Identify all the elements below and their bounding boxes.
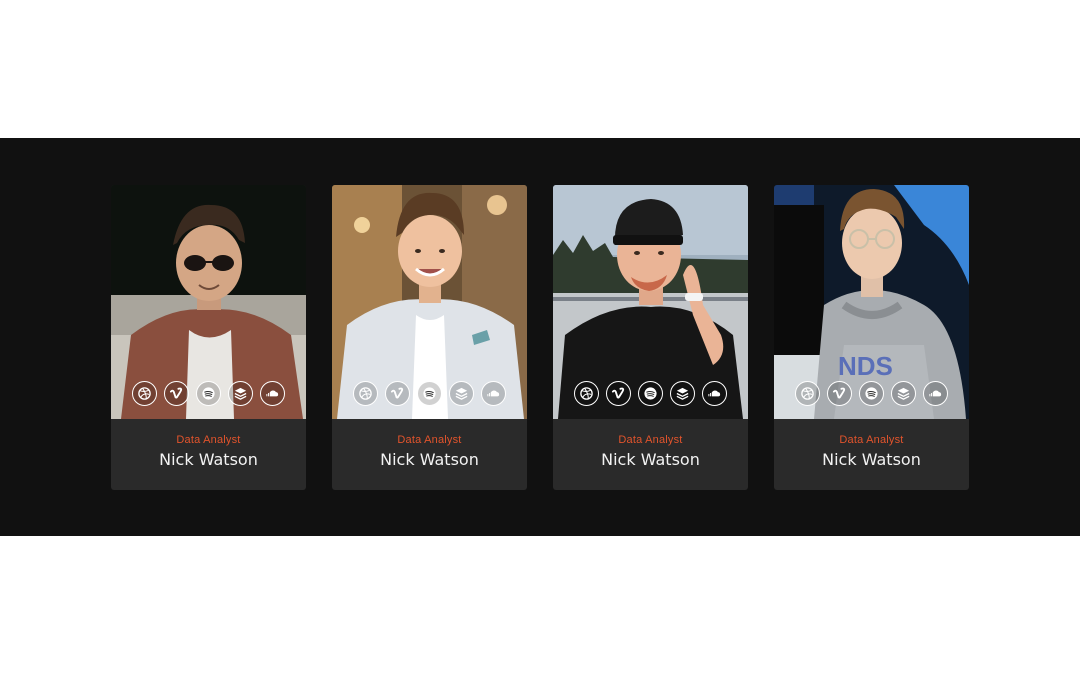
team-card: Data Analyst Nick Watson [111, 185, 306, 490]
spotify-icon [423, 387, 436, 400]
vimeo-icon [611, 387, 625, 399]
soundcloud-link[interactable] [923, 381, 948, 406]
member-name: Nick Watson [380, 450, 479, 469]
soundcloud-icon [266, 390, 279, 397]
buffer-icon [455, 387, 468, 400]
dribbble-link[interactable] [795, 381, 820, 406]
social-links [111, 381, 306, 406]
member-name: Nick Watson [822, 450, 921, 469]
member-info: Data Analyst Nick Watson [553, 419, 748, 490]
buffer-link[interactable] [891, 381, 916, 406]
buffer-icon [897, 387, 910, 400]
soundcloud-link[interactable] [481, 381, 506, 406]
member-info: Data Analyst Nick Watson [332, 419, 527, 490]
spotify-link[interactable] [859, 381, 884, 406]
vimeo-icon [832, 387, 846, 399]
buffer-icon [234, 387, 247, 400]
buffer-icon [676, 387, 689, 400]
member-name: Nick Watson [159, 450, 258, 469]
social-links [332, 381, 527, 406]
spotify-icon [202, 387, 215, 400]
dribbble-icon [801, 387, 814, 400]
vimeo-link[interactable] [827, 381, 852, 406]
spotify-icon [865, 387, 878, 400]
soundcloud-link[interactable] [702, 381, 727, 406]
dribbble-link[interactable] [574, 381, 599, 406]
spotify-link[interactable] [417, 381, 442, 406]
soundcloud-icon [708, 390, 721, 397]
member-role: Data Analyst [397, 434, 462, 446]
vimeo-icon [390, 387, 404, 399]
dribbble-link[interactable] [353, 381, 378, 406]
social-links [553, 381, 748, 406]
dribbble-icon [359, 387, 372, 400]
member-name: Nick Watson [601, 450, 700, 469]
spotify-link[interactable] [638, 381, 663, 406]
team-card: Data Analyst Nick Watson [553, 185, 748, 490]
dribbble-icon [580, 387, 593, 400]
buffer-link[interactable] [449, 381, 474, 406]
member-role: Data Analyst [839, 434, 904, 446]
member-info: Data Analyst Nick Watson [774, 419, 969, 490]
team-card: Data Analyst Nick Watson [332, 185, 527, 490]
vimeo-link[interactable] [606, 381, 631, 406]
vimeo-icon [169, 387, 183, 399]
soundcloud-icon [929, 390, 942, 397]
social-links [774, 381, 969, 406]
vimeo-link[interactable] [385, 381, 410, 406]
dribbble-icon [138, 387, 151, 400]
team-section: Data Analyst Nick Watson Data Analyst Ni… [0, 138, 1080, 536]
buffer-link[interactable] [670, 381, 695, 406]
buffer-link[interactable] [228, 381, 253, 406]
soundcloud-link[interactable] [260, 381, 285, 406]
member-role: Data Analyst [176, 434, 241, 446]
dribbble-link[interactable] [132, 381, 157, 406]
soundcloud-icon [487, 390, 500, 397]
member-info: Data Analyst Nick Watson [111, 419, 306, 490]
spotify-icon [644, 387, 657, 400]
member-role: Data Analyst [618, 434, 683, 446]
vimeo-link[interactable] [164, 381, 189, 406]
spotify-link[interactable] [196, 381, 221, 406]
hoodie-graphic: NDS [838, 351, 893, 381]
team-card: NDS Data Analyst Nick Watson [774, 185, 969, 490]
